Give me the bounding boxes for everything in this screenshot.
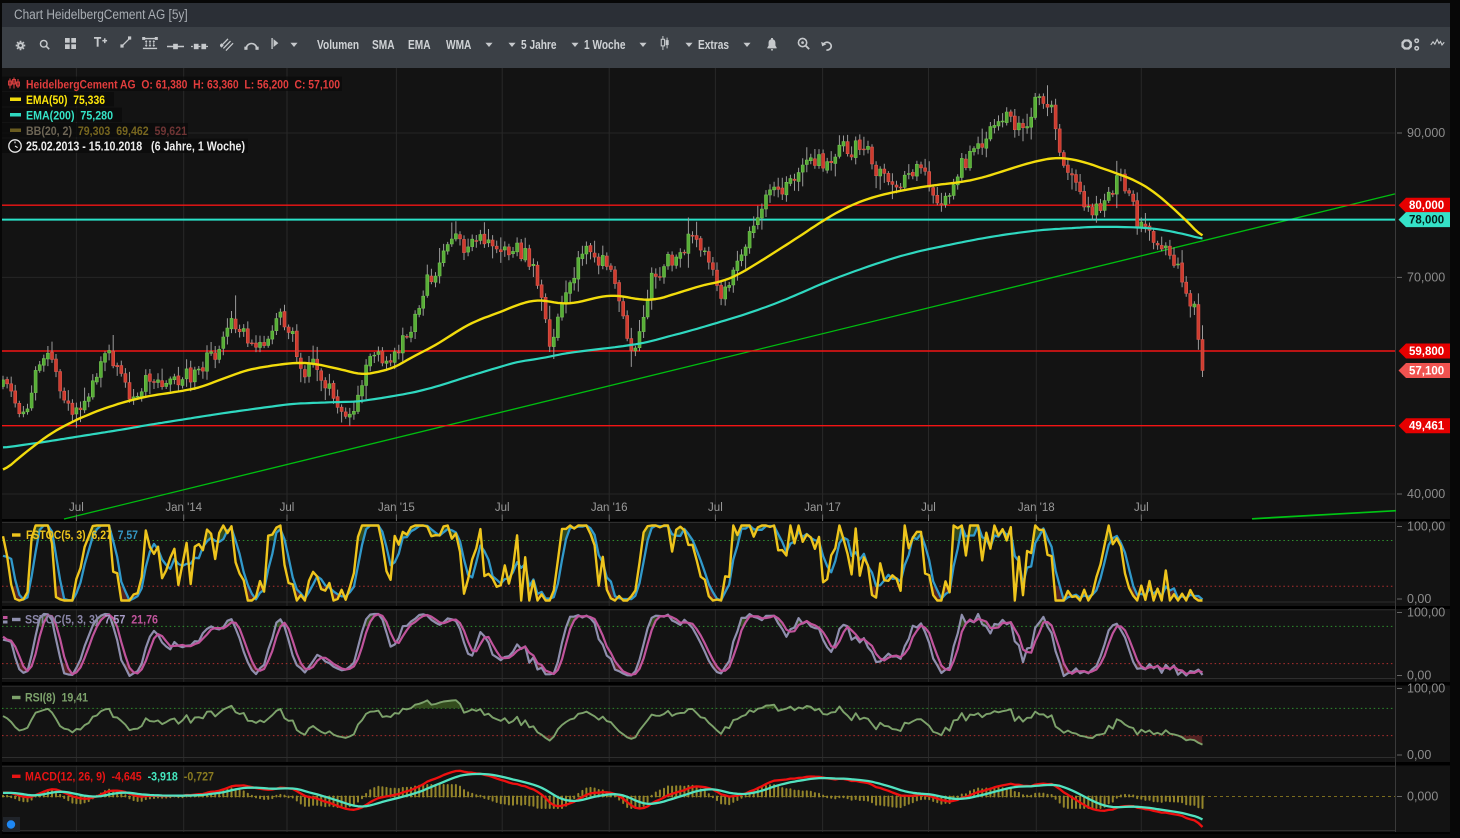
svg-text:Jul: Jul <box>1134 502 1149 514</box>
svg-text:SSTOC(5, 3, 3) 7,57 21,76: SSTOC(5, 3, 3) 7,57 21,76 <box>25 613 158 627</box>
svg-text:0,00: 0,00 <box>1407 669 1431 683</box>
svg-text:100,00: 100,00 <box>1407 682 1445 696</box>
svg-text:80,000: 80,000 <box>1409 200 1444 212</box>
svg-text:100,00: 100,00 <box>1407 520 1445 534</box>
svg-text:25.02.2013 - 15.10.2018 (6 J: 25.02.2013 - 15.10.2018 (6 Jahre, 1 Woch… <box>26 140 245 154</box>
svg-text:HeidelbergCement AG O: 61,380: HeidelbergCement AG O: 61,380 H: 63,360 … <box>26 78 340 92</box>
svg-text:EMA(200) 75,280: EMA(200) 75,280 <box>26 109 113 123</box>
svg-text:0,00: 0,00 <box>1407 748 1431 762</box>
svg-text:MACD(12, 26, 9) -4,645 -3,91: MACD(12, 26, 9) -4,645 -3,918 -0,727 <box>25 770 214 784</box>
svg-text:70,000: 70,000 <box>1407 270 1445 284</box>
svg-text:Jul: Jul <box>495 502 510 514</box>
svg-text:FSTOC(5, 3) 6,27 7,57: FSTOC(5, 3) 6,27 7,57 <box>26 528 138 542</box>
svg-text:100,00: 100,00 <box>1407 606 1445 620</box>
svg-text:Jul: Jul <box>69 502 84 514</box>
svg-text:40,000: 40,000 <box>1407 487 1445 501</box>
svg-text:Jul: Jul <box>280 502 295 514</box>
svg-text:0,000: 0,000 <box>1407 790 1438 804</box>
svg-text:EMA(50) 75,336: EMA(50) 75,336 <box>26 93 105 107</box>
svg-text:Jan '14: Jan '14 <box>165 502 202 514</box>
svg-text:RSI(8) 19,41: RSI(8) 19,41 <box>25 691 88 705</box>
svg-text:Jan '15: Jan '15 <box>378 502 415 514</box>
svg-text:57,100: 57,100 <box>1409 366 1444 378</box>
svg-text:59,800: 59,800 <box>1409 346 1444 358</box>
svg-text:Jul: Jul <box>708 502 723 514</box>
svg-text:0,00: 0,00 <box>1407 592 1431 606</box>
svg-text:Jul: Jul <box>921 502 936 514</box>
svg-text:49,461: 49,461 <box>1409 421 1445 433</box>
svg-text:Jan '16: Jan '16 <box>591 502 628 514</box>
svg-text:Jan '18: Jan '18 <box>1018 502 1055 514</box>
svg-text:78,000: 78,000 <box>1409 215 1444 227</box>
svg-text:90,000: 90,000 <box>1407 126 1445 140</box>
svg-text:BB(20, 2) 79,303 69,462 59,: BB(20, 2) 79,303 69,462 59,621 <box>26 124 187 138</box>
svg-text:Jan '17: Jan '17 <box>804 502 841 514</box>
